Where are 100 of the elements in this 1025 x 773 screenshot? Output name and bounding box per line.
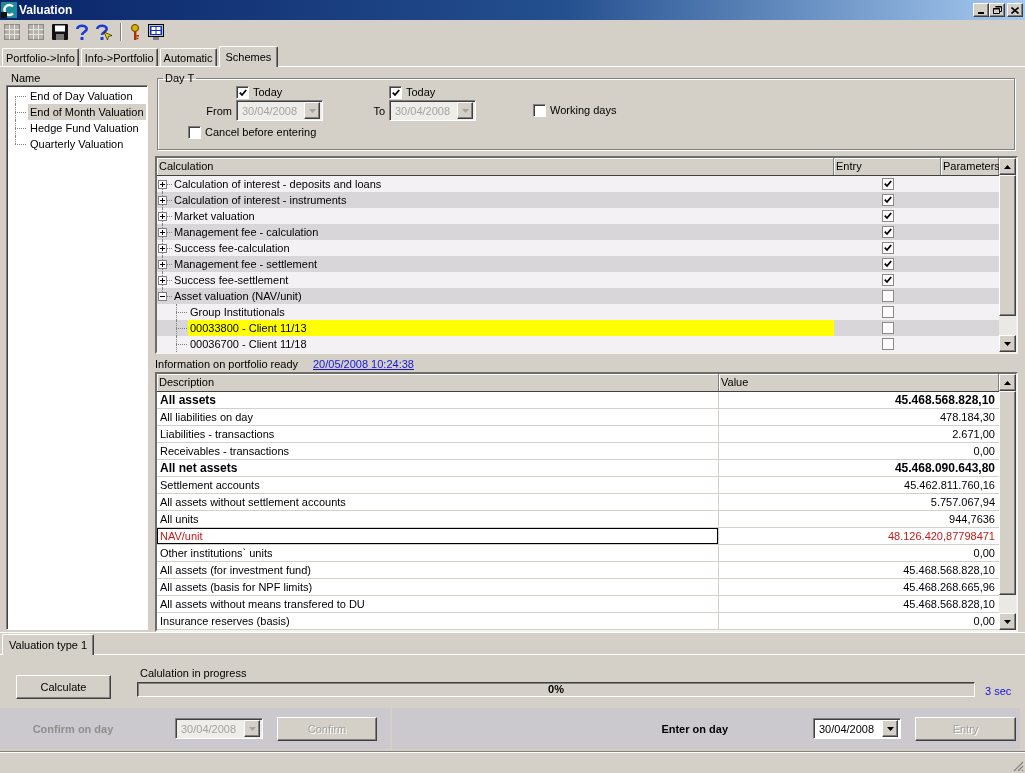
timestamp-link[interactable]: 20/05/2008 10:24:38 <box>313 358 414 370</box>
minimize-button[interactable] <box>973 3 989 17</box>
table-cell: All assets (for investment fund) <box>157 562 719 578</box>
restore-button[interactable] <box>989 3 1005 17</box>
table-cell: Receivables - transactions <box>157 443 719 459</box>
checkbox[interactable] <box>881 178 894 190</box>
checkbox[interactable] <box>881 306 894 318</box>
expand-icon[interactable] <box>158 243 167 253</box>
table-cell: Insurance reserves (basis) <box>157 613 719 629</box>
scroll-thumb[interactable] <box>999 175 1016 316</box>
table-cell-text: 45.468.268.665,96 <box>902 580 996 595</box>
restore-icon <box>992 6 1002 14</box>
tab[interactable]: Automatic <box>159 48 217 66</box>
checkbox[interactable] <box>881 290 894 302</box>
table-cell: Settlement accounts <box>157 477 719 493</box>
caret-icon <box>248 726 256 731</box>
calculate-button[interactable]: Calculate <box>16 675 111 699</box>
checkbox[interactable] <box>881 258 894 270</box>
expand-icon[interactable] <box>158 259 167 269</box>
table-cell-text: 45.468.090.643,80 <box>893 460 996 476</box>
expand-icon[interactable] <box>158 195 167 205</box>
table-cell-text: 0,00 <box>972 444 996 459</box>
panel-label: Confirm on day <box>31 722 115 735</box>
up-arrow-icon <box>1004 380 1011 385</box>
progress-percent: 0% <box>548 683 564 696</box>
caret-icon <box>461 108 469 113</box>
table-cell-text: 45.468.568.828,10 <box>902 563 996 578</box>
tab[interactable]: Valuation type 1 <box>2 634 95 655</box>
table-cell: NAV/unit <box>157 528 719 544</box>
checkbox[interactable] <box>881 242 894 254</box>
caret-icon <box>308 108 316 113</box>
table-cell: Liabilities - transactions <box>157 426 719 442</box>
column-header[interactable]: Value <box>719 374 999 391</box>
field-label: To <box>373 104 386 117</box>
table-cell: All net assets <box>157 460 719 476</box>
checkbox[interactable] <box>188 125 201 139</box>
scrollbar[interactable] <box>999 158 1016 352</box>
caret-icon <box>886 726 894 731</box>
table-cell: All assets <box>157 392 719 408</box>
field-label: From <box>206 104 233 117</box>
progress-label: Calulation in progress <box>139 667 247 680</box>
list-heading: Name <box>10 72 41 85</box>
table-cell: All assets without settlement accounts <box>157 494 719 510</box>
table-cell-text: 2.671,00 <box>951 427 996 442</box>
table-cell-text: 45.462.811.760,16 <box>903 478 996 493</box>
table-cell: Other institutions` units <box>157 545 719 561</box>
help-arrow-icon[interactable] <box>96 24 112 40</box>
checkbox[interactable] <box>881 210 894 222</box>
expand-icon[interactable] <box>158 227 167 237</box>
tree-item[interactable]: End of Day Valuation <box>28 88 135 104</box>
checkbox[interactable] <box>881 322 894 334</box>
tree-item[interactable]: 00033800 - Client 11/13 <box>188 320 834 336</box>
app-icon <box>1 2 17 18</box>
tab[interactable]: Schemes <box>218 46 279 67</box>
scroll-up-button[interactable] <box>999 158 1016 175</box>
table-cell-text: 5.757.067,94 <box>929 495 996 510</box>
key-icon[interactable] <box>130 24 140 40</box>
help-icon[interactable] <box>76 24 88 40</box>
checkbox[interactable] <box>533 104 546 117</box>
table-cell-text: 45.468.568.828,10 <box>893 392 996 408</box>
down-arrow-icon <box>1004 619 1011 624</box>
scroll-thumb[interactable] <box>999 391 1016 596</box>
close-button[interactable] <box>1007 3 1023 17</box>
tree-item[interactable]: Hedge Fund Valuation <box>28 120 141 136</box>
scroll-down-button[interactable] <box>999 335 1016 352</box>
monitor-icon[interactable] <box>148 24 164 40</box>
close-icon <box>1011 6 1019 14</box>
checkbox-label[interactable]: Working days <box>550 104 617 117</box>
table-cell-text: 45.468.568.828,10 <box>902 597 996 612</box>
dropdown-button[interactable] <box>882 720 898 737</box>
checkbox[interactable] <box>881 338 894 350</box>
panel-label: Enter on day <box>661 722 728 735</box>
expand-icon[interactable] <box>158 179 167 189</box>
tab[interactable]: Portfolio->Info <box>2 48 79 66</box>
table-cell-text: 0,00 <box>972 546 996 561</box>
checkbox[interactable] <box>881 194 894 206</box>
expand-icon[interactable] <box>158 211 167 221</box>
table-cell-text: 478.184,30 <box>938 410 996 425</box>
date-field[interactable]: 30/04/2008 <box>813 718 901 739</box>
column-header[interactable]: Entry <box>834 158 941 175</box>
scrollbar[interactable] <box>999 374 1016 630</box>
expand-icon[interactable] <box>158 275 167 285</box>
checkbox-label[interactable]: Cancel before entering <box>205 125 317 139</box>
tab[interactable]: Info->Portfolio <box>80 48 158 66</box>
scroll-down-button[interactable] <box>999 613 1016 630</box>
tree-item[interactable]: Quarterly Valuation <box>28 136 126 152</box>
window-title: Valuation <box>19 3 73 17</box>
column-header[interactable]: Description <box>157 374 719 391</box>
tree-item[interactable]: End of Month Valuation <box>28 104 146 120</box>
resize-grip-icon[interactable] <box>1013 761 1024 772</box>
collapse-icon[interactable] <box>158 291 167 301</box>
table-cell-text: 48.126.420,87798471 <box>886 529 996 544</box>
up-arrow-icon <box>1004 164 1011 169</box>
column-header[interactable]: Calculation <box>157 158 834 175</box>
checkbox[interactable] <box>881 274 894 286</box>
scroll-up-button[interactable] <box>999 374 1016 391</box>
checkbox[interactable] <box>881 226 894 238</box>
down-arrow-icon <box>1004 341 1011 346</box>
group-title: Day T <box>164 72 196 85</box>
minimize-icon <box>978 12 984 14</box>
